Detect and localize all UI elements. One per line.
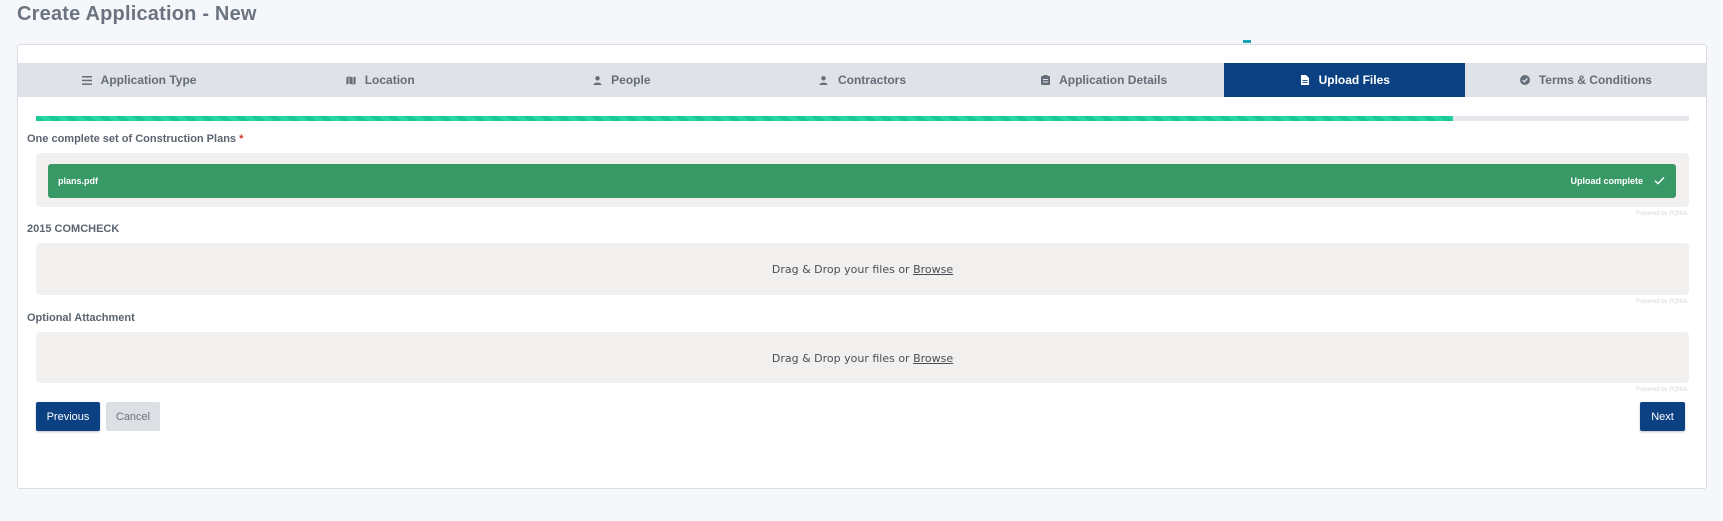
tab-contractors[interactable]: Contractors [741, 63, 982, 97]
progress-bar [36, 116, 1689, 121]
tab-terms-conditions[interactable]: Terms & Conditions [1465, 63, 1706, 97]
label-text: One complete set of Construction Plans [27, 133, 237, 145]
uploaded-file-item[interactable]: plans.pdf Upload complete [48, 164, 1676, 198]
construction-plans-dropzone[interactable]: plans.pdf Upload complete [36, 153, 1689, 207]
powered-by: Powered by PQINA [1635, 299, 1688, 305]
optional-attachment-label: Optional Attachment [27, 312, 135, 324]
clipboard-icon [1039, 74, 1051, 86]
drop-instructions: Drag & Drop your files or Browse [36, 263, 1689, 276]
required-marker: * [239, 133, 244, 145]
scroll-indicator [1243, 40, 1251, 43]
powered-by: Powered by PQINA [1635, 387, 1688, 393]
tab-label: Location [364, 73, 415, 87]
progress-fill [36, 116, 1453, 121]
tab-application-details[interactable]: Application Details [983, 63, 1224, 97]
tab-label: Contractors [837, 73, 906, 87]
optional-attachment-dropzone[interactable]: Drag & Drop your files or Browse [36, 332, 1689, 383]
tab-label: Application Type [100, 73, 197, 87]
map-icon [345, 74, 357, 86]
tab-location[interactable]: Location [259, 63, 500, 97]
tab-label: Application Details [1059, 73, 1168, 87]
drop-instructions: Drag & Drop your files or Browse [36, 352, 1689, 365]
comcheck-dropzone[interactable]: Drag & Drop your files or Browse [36, 243, 1689, 295]
file-name: plans.pdf [58, 176, 98, 186]
check-icon [1653, 174, 1666, 187]
wizard-tabs: Application Type Location People Contrac… [18, 63, 1706, 97]
application-card: Application Type Location People Contrac… [17, 44, 1707, 489]
next-button[interactable]: Next [1640, 402, 1685, 431]
list-icon [81, 74, 93, 86]
page-title: Create Application - New [17, 3, 257, 25]
powered-by: Powered by PQINA [1635, 211, 1688, 217]
user-icon [818, 74, 830, 86]
tab-upload-files[interactable]: Upload Files [1223, 63, 1465, 97]
previous-button[interactable]: Previous [36, 402, 100, 431]
comcheck-label: 2015 COMCHECK [27, 223, 120, 235]
tab-people[interactable]: People [500, 63, 741, 97]
tab-application-type[interactable]: Application Type [18, 63, 259, 97]
tab-label: Upload Files [1318, 73, 1390, 87]
tab-label: People [611, 73, 651, 87]
user-icon [591, 74, 603, 86]
cancel-button[interactable]: Cancel [106, 402, 160, 431]
drop-text: Drag & Drop your files or [771, 352, 910, 365]
construction-plans-label: One complete set of Construction Plans * [27, 133, 243, 145]
tab-label: Terms & Conditions [1538, 73, 1652, 87]
check-circle-icon [1519, 74, 1531, 86]
upload-status: Upload complete [1570, 176, 1643, 186]
drop-text: Drag & Drop your files or [771, 263, 910, 276]
file-icon [1299, 74, 1311, 86]
browse-link[interactable]: Browse [913, 263, 953, 276]
browse-link[interactable]: Browse [913, 352, 953, 365]
